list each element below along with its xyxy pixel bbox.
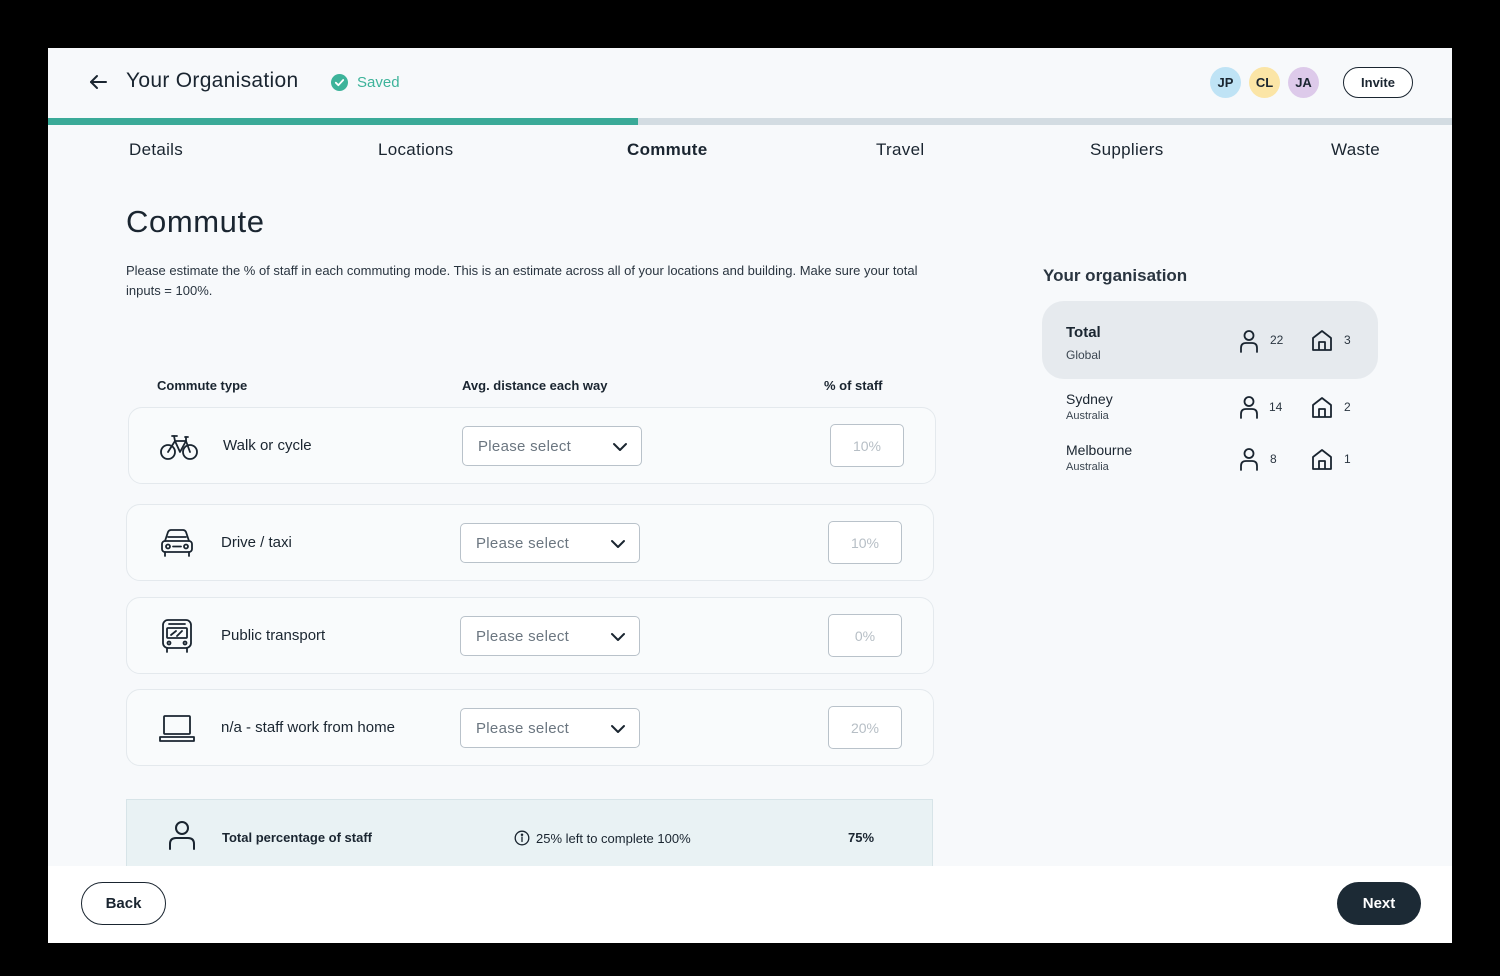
check-circle-icon [331, 74, 348, 91]
chevron-down-icon [613, 443, 627, 451]
next-button[interactable]: Next [1337, 882, 1421, 925]
progress-fill [48, 118, 638, 125]
house-icon [1312, 449, 1332, 470]
info-icon [514, 830, 530, 846]
column-header-distance: Avg. distance each way [462, 378, 608, 393]
commute-row-walk-cycle: Walk or cycle Please select 10% [128, 407, 936, 484]
person-icon [169, 821, 195, 850]
tab-waste[interactable]: Waste [1331, 140, 1380, 160]
staff-count: 8 [1270, 452, 1277, 466]
invite-button[interactable]: Invite [1343, 67, 1413, 98]
column-header-staff: % of staff [824, 378, 883, 393]
org-total-card[interactable]: Total Global 22 3 [1042, 301, 1378, 379]
page-title: Commute [126, 204, 265, 239]
tab-commute[interactable]: Commute [627, 140, 708, 160]
house-icon [1312, 397, 1332, 418]
laptop-icon [159, 715, 195, 742]
chevron-down-icon [611, 540, 625, 548]
sidebar-title: Your organisation [1043, 266, 1188, 285]
location-sydney[interactable]: Sydney Australia 14 2 [1042, 390, 1378, 430]
distance-select[interactable]: Please select [460, 616, 640, 656]
distance-select[interactable]: Please select [462, 426, 642, 466]
select-placeholder: Please select [476, 535, 570, 552]
collaborator-avatars: JP CL JA [1210, 67, 1319, 98]
distance-select[interactable]: Please select [460, 523, 640, 563]
page-description: Please estimate the % of staff in each c… [126, 263, 918, 298]
staff-percent-input[interactable]: 10% [828, 521, 902, 564]
column-header-type: Commute type [157, 378, 248, 393]
building-count: 2 [1344, 400, 1351, 414]
bus-icon [162, 619, 192, 653]
saved-label: Saved [357, 74, 400, 91]
staff-percent-input[interactable]: 20% [828, 706, 902, 749]
person-icon [1240, 330, 1258, 353]
total-label: Total percentage of staff [222, 830, 373, 845]
tab-locations[interactable]: Locations [378, 140, 453, 160]
saved-status: Saved [331, 74, 400, 91]
location-name: Melbourne [1066, 442, 1133, 458]
tab-details[interactable]: Details [129, 140, 183, 160]
back-arrow-icon[interactable] [86, 70, 110, 94]
location-melbourne[interactable]: Melbourne Australia 8 1 [1042, 441, 1378, 481]
total-sub: Global [1066, 348, 1101, 362]
chevron-down-icon [611, 633, 625, 641]
select-placeholder: Please select [476, 720, 570, 737]
house-icon [1312, 330, 1332, 351]
step-tabs: Details Locations Commute Travel Supplie… [48, 140, 1452, 164]
remaining-text: 25% left to complete 100% [536, 830, 691, 846]
footer-bar: Back Next [48, 866, 1452, 943]
select-placeholder: Please select [478, 438, 572, 455]
location-country: Australia [1066, 410, 1109, 422]
avatar[interactable]: JA [1288, 67, 1319, 98]
app-window: Your Organisation Saved JP CL JA Invite … [48, 48, 1452, 943]
commute-row-drive-taxi: Drive / taxi Please select 10% [126, 504, 934, 581]
commute-row-work-from-home: n/a - staff work from home Please select… [126, 689, 934, 766]
staff-count: 14 [1269, 400, 1283, 414]
commute-type-label: n/a - staff work from home [221, 719, 395, 736]
total-percentage-row: Total percentage of staff 25% left to co… [126, 799, 933, 869]
staff-percent-input[interactable]: 10% [830, 424, 904, 467]
commute-row-public-transport: Public transport Please select 0% [126, 597, 934, 674]
commute-type-label: Drive / taxi [221, 534, 292, 551]
progress-bar [48, 118, 1452, 125]
tab-travel[interactable]: Travel [876, 140, 924, 160]
person-icon [1240, 448, 1258, 471]
staff-percent-input[interactable]: 0% [828, 614, 902, 657]
location-name: Sydney [1066, 391, 1113, 407]
organisation-title: Your Organisation [126, 69, 299, 92]
chevron-down-icon [611, 725, 625, 733]
distance-select[interactable]: Please select [460, 708, 640, 748]
total-name: Total [1066, 324, 1101, 341]
remaining-info: 25% left to complete 100% [514, 830, 691, 846]
back-button[interactable]: Back [81, 882, 166, 925]
commute-type-label: Walk or cycle [223, 437, 312, 454]
commute-type-label: Public transport [221, 627, 326, 644]
select-placeholder: Please select [476, 628, 570, 645]
bicycle-icon [160, 435, 198, 460]
building-count: 1 [1344, 452, 1351, 466]
tab-suppliers[interactable]: Suppliers [1090, 140, 1164, 160]
building-count: 3 [1344, 333, 1351, 347]
header: Your Organisation Saved JP CL JA Invite [48, 48, 1452, 118]
total-value: 75% [848, 830, 875, 845]
car-icon [161, 529, 193, 557]
avatar[interactable]: CL [1249, 67, 1280, 98]
avatar[interactable]: JP [1210, 67, 1241, 98]
person-icon [1240, 396, 1258, 419]
location-country: Australia [1066, 461, 1109, 473]
staff-count: 22 [1270, 333, 1284, 347]
